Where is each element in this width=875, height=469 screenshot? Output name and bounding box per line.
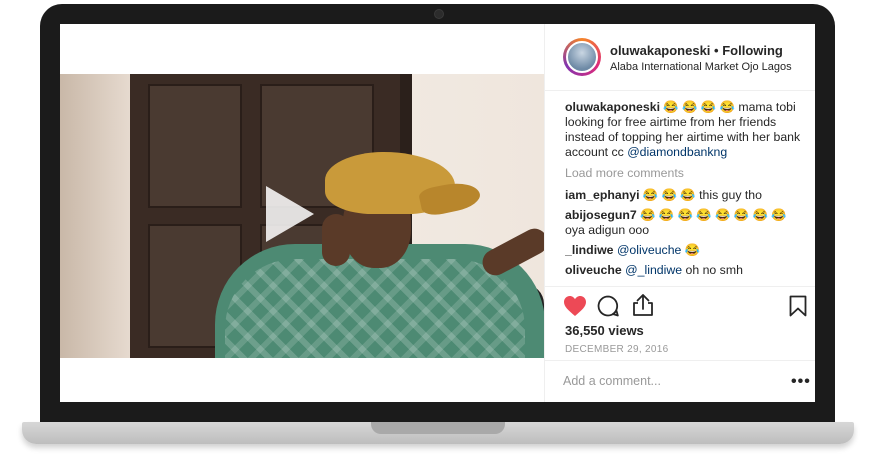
comment-icon[interactable] <box>597 295 619 317</box>
post-sidebar: oluwakaponeski • Following Alaba Interna… <box>544 24 815 402</box>
username-link[interactable]: oluwakaponeski <box>610 43 710 58</box>
post-actions: 36,550 views DECEMBER 29, 2016 <box>545 286 815 367</box>
instagram-post-screen: oluwakaponeski • Following Alaba Interna… <box>60 24 815 402</box>
comment-username[interactable]: iam_ephanyi <box>565 188 640 202</box>
follow-status[interactable]: • Following <box>714 43 783 58</box>
comment-item: _lindiwe @oliveuche 😂 <box>565 243 805 258</box>
location-link[interactable]: Alaba International Market Ojo Lagos <box>610 61 792 73</box>
view-count[interactable]: 36,550 views <box>565 323 644 338</box>
caption-mention[interactable]: @diamondbankng <box>627 145 727 159</box>
comment-item: iam_ephanyi 😂 😂 😂 this guy tho <box>565 188 805 203</box>
video-player[interactable] <box>60 74 544 358</box>
post-date: DECEMBER 29, 2016 <box>565 344 669 355</box>
comment-text: oh no smh <box>682 263 743 277</box>
comment-mention[interactable]: @oliveuche <box>617 243 681 257</box>
heart-icon[interactable] <box>563 295 587 317</box>
bookmark-icon[interactable] <box>789 295 807 317</box>
more-icon[interactable]: ••• <box>791 373 811 391</box>
comment-username[interactable]: abijosegun7 <box>565 208 637 222</box>
play-icon[interactable] <box>266 186 314 242</box>
comment-mention[interactable]: @_lindiwe <box>625 263 682 277</box>
caption-username[interactable]: oluwakaponeski <box>565 100 660 114</box>
avatar[interactable] <box>566 41 598 73</box>
post-author: oluwakaponeski • Following <box>610 43 783 58</box>
webcam <box>434 9 444 19</box>
laptop-notch <box>371 422 505 434</box>
caption: oluwakaponeski 😂 😂 😂 😂 mama tobi looking… <box>565 100 805 160</box>
comment-item: abijosegun7 😂 😂 😂 😂 😂 😂 😂 😂 oya adigun o… <box>565 208 805 238</box>
load-more-comments[interactable]: Load more comments <box>565 166 805 181</box>
comments-list: oluwakaponeski 😂 😂 😂 😂 mama tobi looking… <box>565 100 805 286</box>
add-comment-bar: ••• <box>545 360 815 402</box>
post-header: oluwakaponeski • Following Alaba Interna… <box>545 24 815 91</box>
comment-text: 😂 😂 😂 this guy tho <box>639 188 762 202</box>
comment-item: oliveuche @_lindiwe oh no smh <box>565 263 805 278</box>
comment-text: 😂 <box>681 243 701 257</box>
share-icon[interactable] <box>632 293 654 317</box>
comment-username[interactable]: _lindiwe <box>565 243 614 257</box>
comment-username[interactable]: oliveuche <box>565 263 622 277</box>
comment-input[interactable] <box>563 371 763 391</box>
